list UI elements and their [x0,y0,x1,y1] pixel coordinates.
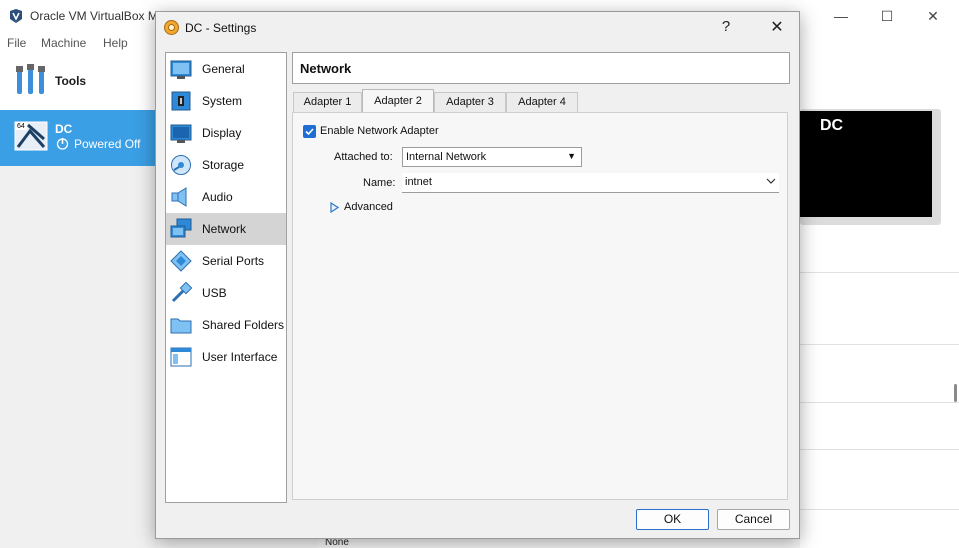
vm-preview: DC [800,109,941,225]
vm-sidebar: Tools 64 DC Powered Off [0,54,158,548]
vm-state: Powered Off [74,137,141,151]
nav-item-audio[interactable]: Audio [166,181,286,213]
tab-adapter-2[interactable]: Adapter 2 [362,89,434,112]
vm-preview-screen: DC [800,111,932,217]
tab-adapter-3[interactable]: Adapter 3 [434,92,506,112]
nav-item-storage[interactable]: Storage [166,149,286,181]
nav-label: Shared Folders [202,318,285,332]
network-icon [170,218,192,238]
attached-to-value: Internal Network [406,151,487,163]
virtualbox-app-icon [10,9,22,23]
nav-item-network[interactable]: Network [166,213,286,245]
details-divider [800,272,959,273]
dialog-title: DC - Settings [185,21,257,35]
attached-to-select[interactable]: Internal Network ▼ [402,147,582,167]
user-interface-icon [170,347,192,367]
nav-label: Audio [202,190,233,204]
tools-label: Tools [55,74,87,88]
nav-item-display[interactable]: Display [166,117,286,149]
vm-64-badge: 64 [17,123,25,130]
menu-file[interactable]: File [7,36,26,50]
nav-label: Display [202,126,242,140]
nav-label: Serial Ports [202,254,265,268]
cancel-button[interactable]: Cancel [717,509,790,530]
nav-item-serial-ports[interactable]: Serial Ports [166,245,286,277]
general-icon [170,60,192,79]
nav-label: System [202,94,243,108]
tab-adapter-1[interactable]: Adapter 1 [293,92,362,112]
nav-label: General [202,62,245,76]
adapter-tab-page: Enable Network Adapter Attached to: Inte… [292,112,788,500]
sidebar-empty-area [0,166,158,548]
nav-label: Storage [202,158,245,172]
nav-label: Network [202,222,247,236]
vm-list-item-dc[interactable]: 64 DC Powered Off [0,110,158,166]
expand-arrow-icon [330,202,339,213]
nav-label: User Interface [202,350,278,364]
advanced-label: Advanced [344,201,393,213]
minimize-icon[interactable]: — [818,0,864,32]
network-name-value: intnet [405,176,432,188]
nav-item-shared-folders[interactable]: Shared Folders [166,309,286,341]
advanced-toggle[interactable]: Advanced [330,200,410,216]
enable-adapter-label[interactable]: Enable Network Adapter [320,125,439,137]
system-icon [171,91,191,111]
tab-adapter-4[interactable]: Adapter 4 [506,92,578,112]
name-label: Name: [363,177,396,189]
details-divider [800,509,959,510]
attached-to-label: Attached to: [334,151,393,163]
menu-machine[interactable]: Machine [41,36,86,50]
network-name-combobox[interactable]: intnet [402,173,779,193]
usb-icon [171,282,192,303]
serial-ports-icon [170,250,192,272]
dialog-titlebar: DC - Settings ? ✕ [156,12,799,44]
section-title: Network [300,61,352,76]
display-icon [170,124,192,143]
storage-icon [171,155,191,175]
nav-item-general[interactable]: General [166,53,286,85]
dropdown-arrow-icon: ▼ [567,151,576,161]
section-header: Network [292,52,790,84]
settings-gear-icon [164,20,179,35]
nav-item-user-interface[interactable]: User Interface [166,341,286,373]
shared-folders-icon [170,318,192,334]
nav-label: USB [202,286,227,300]
details-scrollbar[interactable] [954,384,957,402]
chevron-down-icon [766,178,776,184]
help-button[interactable]: ? [716,18,736,35]
vm-name: DC [55,122,73,136]
settings-nav: General System Display Storage Audio Net… [165,52,287,503]
vm-details-area: DC [800,54,959,548]
nav-item-system[interactable]: System [166,85,286,117]
checkmark-icon [305,128,314,136]
audio-icon [171,187,187,207]
menu-help[interactable]: Help [103,36,128,50]
details-divider [800,402,959,403]
nav-item-usb[interactable]: USB [166,277,286,309]
main-window-title: Oracle VM VirtualBox M [30,9,156,23]
maximize-icon[interactable]: ☐ [864,0,910,32]
dialog-close-button[interactable]: ✕ [767,17,787,37]
tools-icon [16,64,45,94]
settings-dialog: DC - Settings ? ✕ General System Display… [155,11,800,539]
tools-item[interactable]: Tools [0,54,158,110]
details-divider [800,344,959,345]
power-off-icon [56,138,69,150]
ok-button[interactable]: OK [636,509,709,530]
details-divider [800,449,959,450]
vm-preview-label: DC [820,117,844,134]
enable-adapter-checkbox[interactable] [303,125,316,138]
window-close-icon[interactable]: ✕ [910,0,956,32]
